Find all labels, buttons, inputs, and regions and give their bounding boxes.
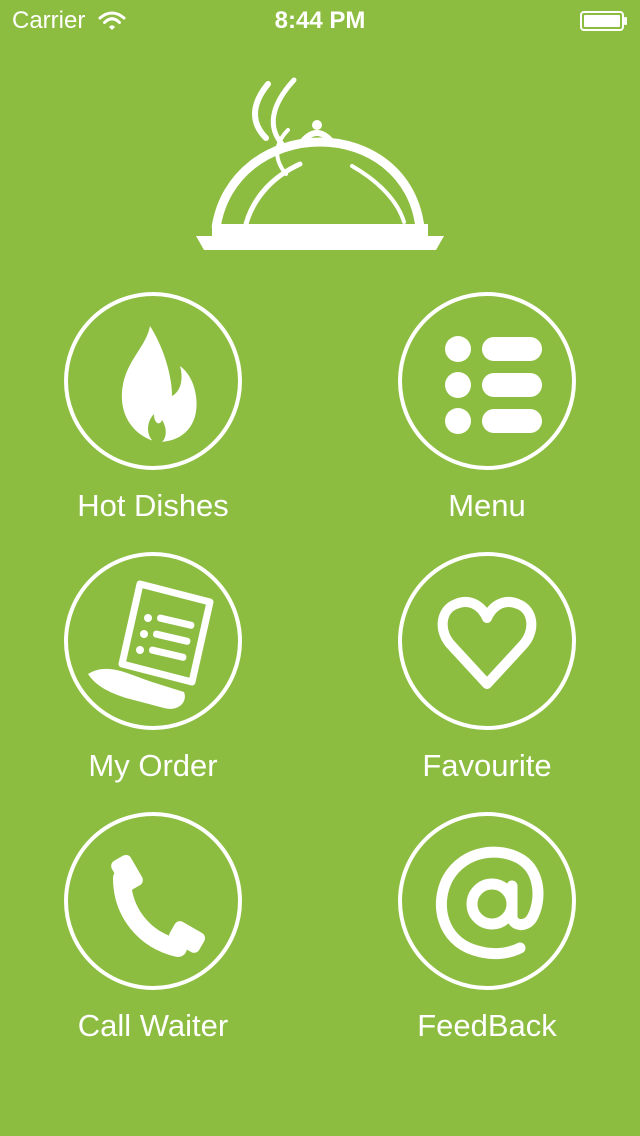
feedback-tile[interactable]: FeedBack [390, 812, 590, 1062]
feedback-label: FeedBack [417, 1008, 557, 1043]
hot-dishes-tile[interactable]: Hot Dishes [56, 292, 256, 542]
menu-button[interactable] [398, 292, 576, 470]
call-waiter-tile[interactable]: Call Waiter [56, 812, 256, 1062]
my-order-tile[interactable]: My Order [56, 552, 256, 802]
favourite-button[interactable] [398, 552, 576, 730]
phone-icon [111, 854, 206, 957]
status-bar: Carrier 8:44 PM [0, 0, 640, 40]
battery-icon [580, 11, 627, 31]
hot-dishes-label: Hot Dishes [77, 488, 229, 523]
call-waiter-label: Call Waiter [77, 1008, 229, 1043]
favourite-tile[interactable]: Favourite [390, 552, 590, 802]
my-order-button[interactable] [64, 552, 242, 730]
receipt-icon [88, 580, 214, 709]
flame-icon [121, 326, 197, 442]
feedback-button[interactable] [398, 812, 576, 990]
status-time: 8:44 PM [274, 7, 366, 34]
menu-tile[interactable]: Menu [390, 292, 590, 542]
call-waiter-button[interactable] [64, 812, 242, 990]
restaurant-cloche-logo [196, 77, 444, 250]
menu-label: Menu [448, 488, 526, 523]
heart-icon [437, 596, 537, 689]
hot-dishes-button[interactable] [64, 292, 242, 470]
my-order-label: My Order [88, 748, 218, 783]
at-sign-icon [435, 846, 544, 960]
list-icon [445, 336, 542, 434]
favourite-label: Favourite [422, 748, 552, 783]
